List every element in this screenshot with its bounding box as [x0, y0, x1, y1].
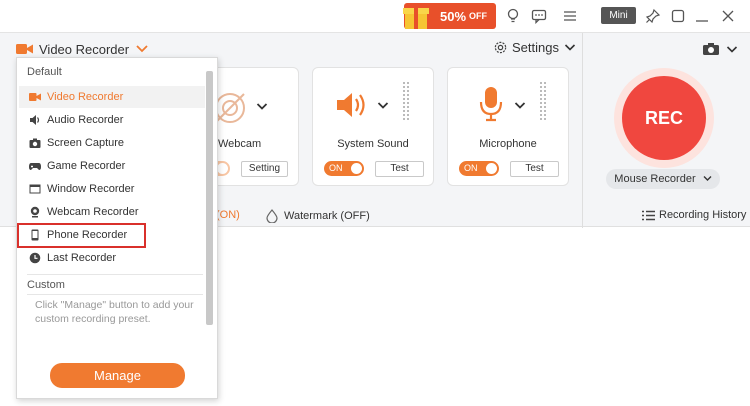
- promo-suffix: OFF: [469, 11, 488, 21]
- watermark-label: Watermark (OFF): [284, 210, 370, 222]
- window-icon: [29, 184, 41, 194]
- phone-recorder-highlight: [17, 223, 146, 248]
- volume-meter: [540, 82, 546, 120]
- custom-preset-hint: Click "Manage" button to add your custom…: [35, 299, 194, 325]
- recording-history-button[interactable]: Recording History: [642, 209, 746, 221]
- promo-badge[interactable]: 50% OFF: [403, 3, 496, 29]
- speaker-icon: [30, 115, 40, 125]
- menu-item-webcam-recorder[interactable]: Webcam Recorder: [19, 201, 205, 223]
- menu-item-screen-capture[interactable]: Screen Capture: [19, 132, 205, 154]
- camera-icon: [29, 138, 41, 148]
- default-section-header: Default: [27, 66, 62, 78]
- title-bar: 50% OFF Mini: [0, 0, 750, 32]
- watermark-toggle[interactable]: Watermark (OFF): [266, 209, 370, 223]
- chevron-down-icon: [136, 45, 148, 53]
- mini-mode-button[interactable]: Mini: [601, 7, 636, 24]
- restore-icon[interactable]: [670, 8, 686, 24]
- webcam-icon: [30, 206, 40, 218]
- clock-icon: [29, 252, 41, 264]
- gamepad-icon: [29, 163, 41, 170]
- menu-icon[interactable]: [562, 8, 578, 24]
- webcam-setting-button[interactable]: Setting: [241, 161, 288, 177]
- list-icon: [642, 210, 655, 220]
- recorder-mode-selector[interactable]: Video Recorder: [16, 40, 149, 58]
- gear-icon: [494, 41, 507, 54]
- video-camera-icon: [16, 44, 33, 54]
- promo-discount: 50%: [440, 8, 467, 24]
- menu-separator: [27, 294, 203, 295]
- gift-icon: [403, 4, 429, 29]
- pin-icon[interactable]: [645, 8, 661, 24]
- auto-stop-status[interactable]: (ON): [216, 209, 240, 221]
- chevron-down-icon[interactable]: [256, 102, 268, 111]
- menu-item-label: Webcam Recorder: [47, 206, 139, 218]
- microphone-label: Microphone: [479, 138, 537, 150]
- menu-item-last-recorder[interactable]: Last Recorder: [19, 247, 205, 269]
- chevron-down-icon[interactable]: [377, 101, 389, 110]
- video-camera-icon: [29, 93, 41, 101]
- chevron-down-icon: [703, 176, 712, 181]
- menu-item-label: Audio Recorder: [47, 114, 124, 126]
- recording-history-label: Recording History: [659, 209, 747, 221]
- menu-item-video-recorder[interactable]: Video Recorder: [19, 86, 205, 108]
- microphone-toggle[interactable]: ON: [459, 161, 499, 176]
- settings-label: Settings: [512, 40, 559, 55]
- system-sound-test-button[interactable]: Test: [375, 161, 424, 177]
- chevron-down-icon[interactable]: [514, 101, 526, 110]
- microphone-card: Microphone ON Test: [447, 67, 569, 186]
- microphone-icon[interactable]: [478, 86, 504, 122]
- menu-item-label: Window Recorder: [47, 183, 135, 195]
- minimize-icon[interactable]: [694, 8, 710, 24]
- volume-meter: [403, 82, 409, 120]
- screenshot-camera-icon[interactable]: [702, 42, 720, 56]
- custom-section-header: Custom: [27, 279, 65, 291]
- menu-item-game-recorder[interactable]: Game Recorder: [19, 155, 205, 177]
- chat-icon[interactable]: [531, 8, 547, 24]
- manage-button[interactable]: Manage: [50, 363, 185, 388]
- panel-divider: [582, 33, 583, 228]
- menu-item-audio-recorder[interactable]: Audio Recorder: [19, 109, 205, 131]
- menu-item-label: Screen Capture: [47, 137, 125, 149]
- microphone-test-button[interactable]: Test: [510, 161, 559, 177]
- system-sound-label: System Sound: [337, 138, 409, 150]
- speaker-icon[interactable]: [335, 90, 369, 120]
- menu-item-label: Video Recorder: [47, 91, 124, 103]
- menu-scrollbar[interactable]: [206, 71, 213, 325]
- menu-separator: [27, 274, 203, 275]
- droplet-icon: [266, 209, 278, 223]
- system-sound-card: System Sound ON Test: [312, 67, 434, 186]
- rec-button[interactable]: REC: [622, 76, 706, 160]
- menu-item-window-recorder[interactable]: Window Recorder: [19, 178, 205, 200]
- mouse-recorder-label: Mouse Recorder: [614, 173, 696, 185]
- recorder-mode-title: Video Recorder: [39, 41, 130, 57]
- mouse-recorder-dropdown[interactable]: Mouse Recorder: [606, 169, 720, 189]
- chevron-down-icon[interactable]: [726, 45, 738, 54]
- system-sound-toggle[interactable]: ON: [324, 161, 364, 176]
- menu-item-label: Last Recorder: [47, 252, 117, 264]
- chevron-down-icon: [564, 44, 576, 51]
- close-icon[interactable]: [720, 8, 736, 24]
- bulb-icon[interactable]: [505, 8, 521, 24]
- menu-item-label: Game Recorder: [47, 160, 126, 172]
- settings-button[interactable]: Settings: [493, 40, 576, 55]
